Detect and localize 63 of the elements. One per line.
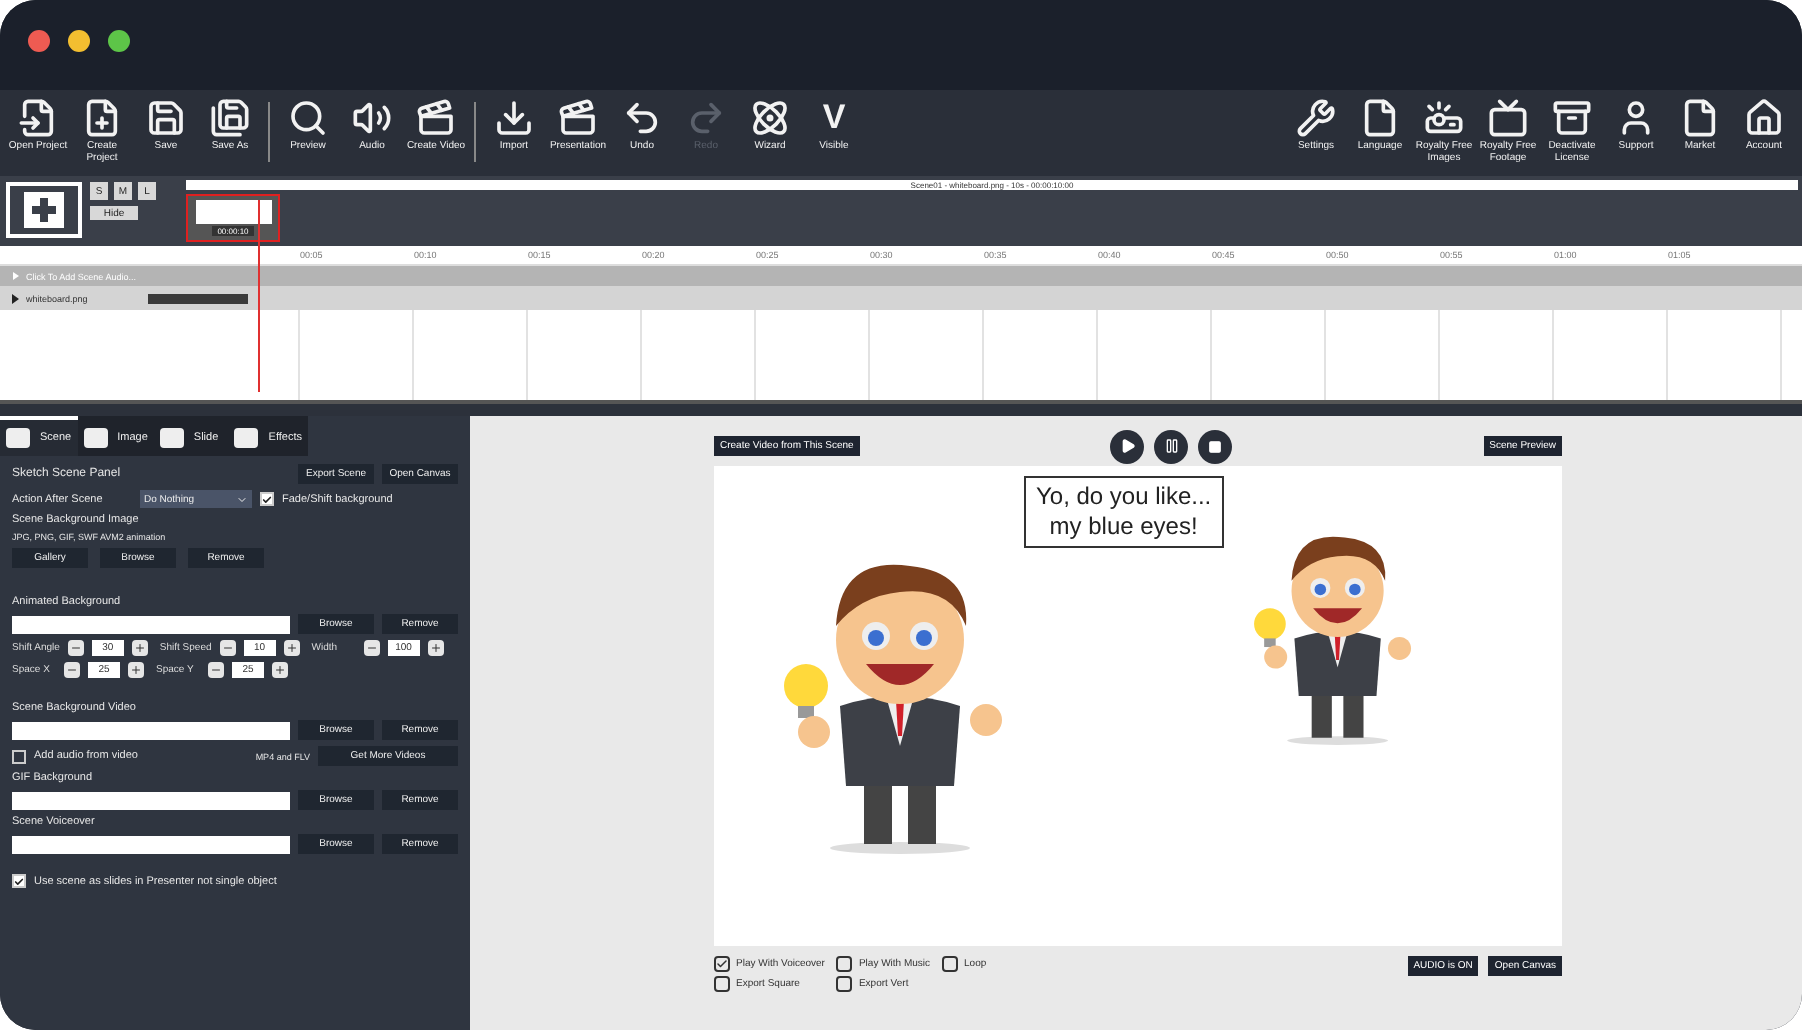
chevron-down-icon [236,493,248,505]
tv-icon [1488,98,1528,138]
triangle-icon [12,272,20,280]
minus-button[interactable] [64,662,80,678]
minus-icon [365,642,378,654]
checkbox[interactable] [714,976,730,992]
document-icon [1360,98,1400,138]
undo-icon [622,98,662,138]
minus-button[interactable] [363,640,380,656]
plus-icon [130,664,142,676]
pause-button[interactable] [1154,429,1189,463]
settings-icon [1296,98,1336,138]
input-field[interactable] [12,791,290,809]
speaker-icon [352,98,392,138]
minus-button[interactable] [208,662,224,678]
checkbox[interactable] [942,956,959,972]
plus-button[interactable] [427,640,444,656]
panel-icon [234,428,259,448]
window-control[interactable] [108,30,130,52]
speech-bubble: Yo, do you like... my blue eyes! [1024,476,1224,548]
plus-icon [285,642,298,654]
download-icon [494,98,534,138]
film-plus-icon[interactable] [6,182,82,238]
plus-button[interactable] [272,662,288,678]
checkbox[interactable] [714,956,730,972]
checkbox[interactable] [836,956,853,972]
search-icon [288,98,328,138]
panel-icon [159,428,184,448]
checkbox[interactable] [836,976,853,992]
input-field[interactable] [12,835,290,853]
window-control[interactable] [28,30,50,52]
plus-button[interactable] [283,640,300,656]
minus-button[interactable] [219,640,236,656]
play-button[interactable] [1110,429,1145,463]
floppy-disk-icon [210,98,250,138]
box-icon [1552,98,1592,138]
plus-icon [133,642,146,654]
input-field[interactable] [12,615,290,633]
plus-button[interactable] [128,662,144,678]
window-control[interactable] [68,30,90,52]
play-icon [1119,438,1136,454]
stop-button[interactable] [1198,429,1233,463]
file-arrow-icon [18,98,58,138]
pause-icon [1163,438,1180,454]
letter-icon: V [822,98,846,138]
panel-icon [6,428,30,448]
projector-icon [1424,98,1464,138]
panel-icon [83,428,108,448]
plus-icon [429,642,442,654]
caret-icon[interactable] [10,293,20,303]
plus-icon [274,664,286,676]
file-plus-icon [82,98,122,138]
clapperboard-icon [558,98,598,138]
input-field[interactable] [12,721,290,739]
redo-icon [686,98,726,138]
document-icon [1680,98,1720,138]
layer-bar[interactable] [148,293,248,303]
clapperboard-icon [416,98,456,138]
stop-icon [1208,439,1223,453]
plus-button[interactable] [131,640,148,656]
minus-button[interactable] [67,640,84,656]
atom-icon [750,98,790,138]
home-icon [1744,98,1784,138]
